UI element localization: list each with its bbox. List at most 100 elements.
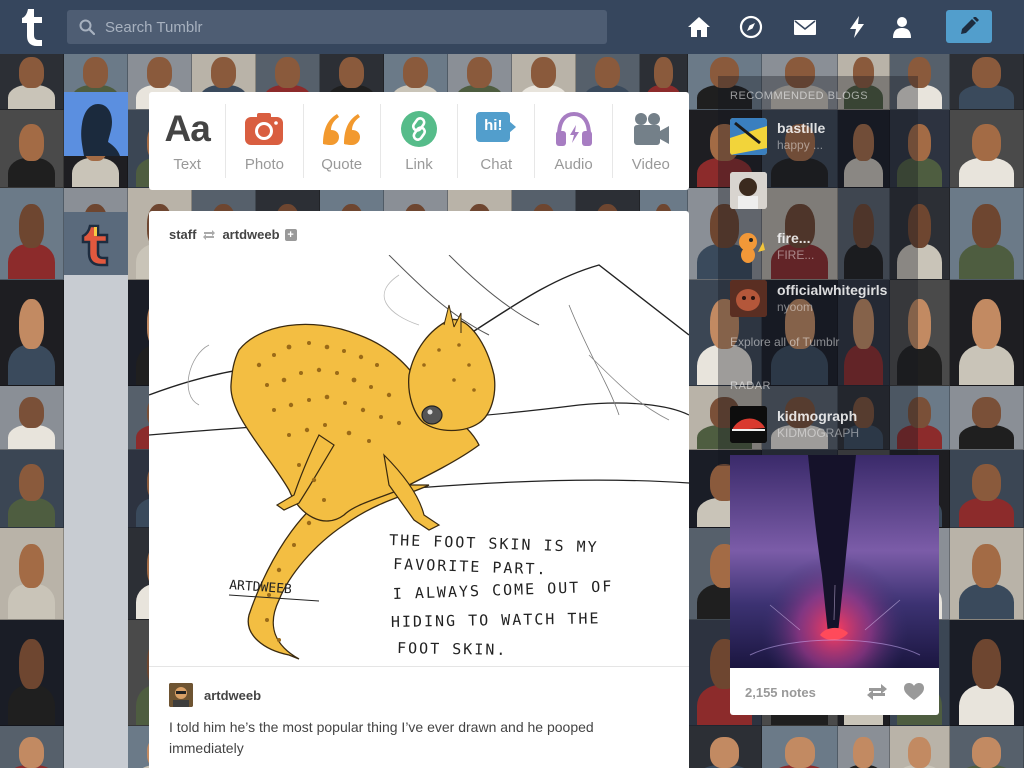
headphones-icon (555, 111, 592, 146)
post-type-photo[interactable]: Photo (226, 104, 304, 178)
mosaic-shirt-shape (958, 345, 1015, 385)
mosaic-face-shape (971, 737, 1002, 768)
account-person-icon[interactable] (889, 14, 915, 40)
post-header: staff artdweeb + (169, 227, 297, 242)
post-divider (149, 666, 689, 667)
mosaic-photo-tile (0, 528, 64, 620)
staff-tumblr-logo-icon (81, 224, 109, 267)
chat-hi-text: hi! (484, 117, 503, 134)
mosaic-shirt-shape (7, 425, 56, 449)
mosaic-face-shape (971, 298, 1002, 350)
radar-notes-count[interactable]: 2,155 notes (745, 685, 816, 700)
search-input[interactable] (105, 10, 595, 44)
mosaic-shirt-shape (958, 497, 1015, 527)
mosaic-shirt-shape (7, 345, 56, 385)
link-icon (400, 111, 437, 147)
compose-post-button[interactable] (946, 10, 992, 43)
post-type-quote[interactable]: Quote (304, 104, 381, 178)
mosaic-face-shape (18, 57, 45, 88)
mosaic-face-shape (971, 463, 1002, 501)
mosaic-face-shape (18, 123, 45, 161)
mosaic-face-shape (853, 737, 874, 768)
radar-post-card[interactable]: 2,155 notes (730, 455, 939, 715)
dashboard-left-strip (64, 212, 128, 768)
mosaic-photo-tile (762, 726, 838, 768)
top-navigation-bar (0, 0, 1024, 54)
tumblr-logo-icon[interactable] (15, 7, 49, 47)
mosaic-face-shape (18, 463, 45, 501)
blog-avatar (730, 228, 767, 265)
mosaic-face-shape (784, 737, 815, 768)
blog-avatar-image (730, 172, 767, 209)
explore-tumblr-link[interactable]: Explore all of Tumblr (730, 335, 839, 349)
mosaic-photo-tile (0, 726, 64, 768)
mosaic-photo-tile (950, 188, 1024, 280)
mosaic-face-shape (971, 57, 1002, 88)
radar-blog-item[interactable]: kidmograph KIDMOGRAPH (730, 406, 910, 446)
blog-avatar (730, 406, 767, 443)
staff-avatar[interactable] (64, 212, 128, 275)
recommended-blog-item[interactable]: fire... FIRE... (730, 228, 910, 268)
blog-avatar (730, 118, 767, 155)
reblogger-name[interactable]: staff (169, 227, 196, 242)
post-type-text[interactable]: Aa Text (149, 104, 227, 178)
leopard-gecko-illustration: ARTDWEEB THE FOOT SKIN IS MY FAVORITE PA… (149, 255, 689, 667)
post-type-video[interactable]: Video (613, 104, 689, 178)
mosaic-face-shape (274, 57, 301, 88)
dashboard-post: staff artdweeb + ARTDWEEB THE FOOT SKIN … (149, 211, 689, 768)
mosaic-photo-tile (0, 54, 64, 110)
post-type-label: Audio (554, 156, 593, 173)
mosaic-photo-tile (0, 450, 64, 528)
activity-lightning-icon[interactable] (844, 14, 870, 40)
mosaic-face-shape (18, 397, 45, 428)
artwork-caption-line: FOOT SKIN. (397, 639, 508, 659)
mosaic-shirt-shape (7, 85, 56, 109)
quote-icon (322, 114, 360, 145)
mosaic-photo-tile (950, 54, 1024, 110)
post-type-audio[interactable]: Audio (535, 104, 613, 178)
search-bar[interactable] (67, 10, 607, 44)
mosaic-shirt-shape (958, 425, 1015, 449)
mosaic-face-shape (654, 57, 673, 88)
mosaic-face-shape (18, 298, 45, 350)
mosaic-face-shape (971, 204, 1002, 249)
home-icon[interactable] (686, 14, 712, 40)
blog-avatar-image (730, 280, 767, 317)
recommended-blog-item[interactable] (730, 172, 910, 212)
author-name[interactable]: artdweeb (204, 688, 261, 703)
post-type-chat[interactable]: hi! Chat (458, 104, 536, 178)
radar-post-image[interactable] (730, 455, 939, 668)
post-type-link[interactable]: Link (381, 104, 459, 178)
mosaic-face-shape (971, 123, 1002, 161)
inbox-mail-icon[interactable] (792, 14, 818, 40)
follow-plus-icon[interactable]: + (284, 228, 297, 241)
mosaic-face-shape (18, 544, 45, 589)
author-avatar[interactable] (169, 683, 193, 707)
post-artwork-image[interactable]: ARTDWEEB THE FOOT SKIN IS MY FAVORITE PA… (149, 255, 689, 667)
author-avatar-image (169, 683, 193, 707)
mosaic-photo-tile (950, 386, 1024, 450)
mosaic-face-shape (971, 544, 1002, 589)
mosaic-shirt-shape (71, 157, 120, 187)
current-user-avatar[interactable] (64, 92, 128, 156)
mosaic-face-shape (338, 57, 365, 88)
mosaic-photo-tile (0, 280, 64, 386)
blog-avatar (730, 172, 767, 209)
mosaic-photo-tile (688, 726, 762, 768)
post-type-label: Chat (480, 156, 513, 173)
recommended-blog-item[interactable]: bastille happy ... (730, 118, 910, 158)
reblog-icon[interactable] (866, 683, 888, 701)
mosaic-face-shape (210, 57, 237, 88)
explore-compass-icon[interactable] (738, 14, 764, 40)
recommended-blogs-heading: Recommended Blogs (730, 90, 869, 102)
recommended-blog-item[interactable]: officialwhitegirls nyoom (730, 280, 910, 320)
post-type-label: Text (173, 156, 201, 173)
mosaic-photo-tile (890, 726, 950, 768)
post-type-selector: Aa Text Photo Quote Link hi! Chat Audio … (149, 92, 689, 190)
post-author-row: artdweeb (169, 683, 261, 707)
source-blog-name[interactable]: artdweeb (222, 227, 279, 242)
like-heart-icon[interactable] (904, 683, 924, 701)
right-sidebar: Recommended Blogs bastille happy ... fir… (718, 80, 898, 460)
mosaic-photo-tile (838, 726, 890, 768)
mosaic-face-shape (146, 57, 173, 88)
